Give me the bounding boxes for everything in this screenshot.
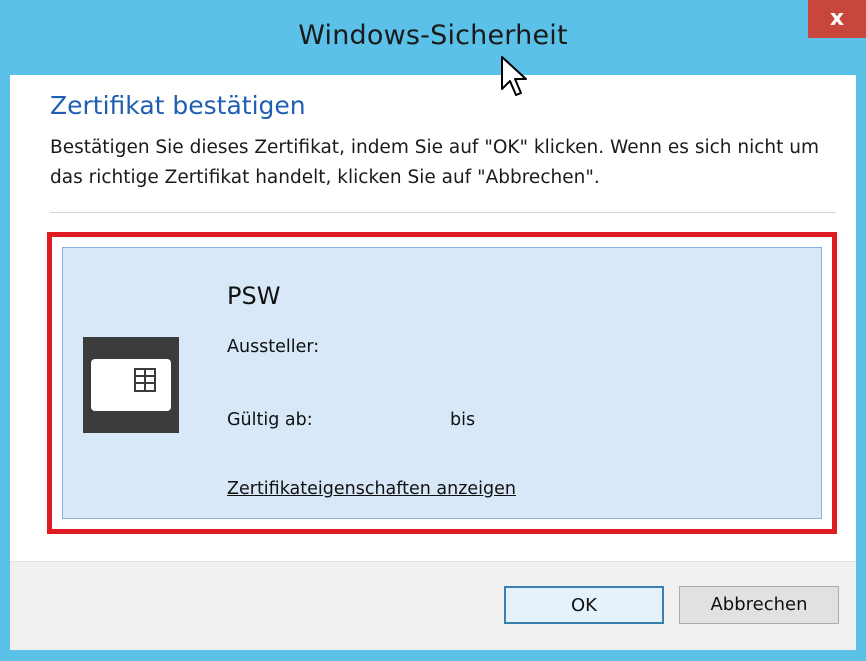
separator [50,212,836,213]
dialog-heading: Zertifikat bestätigen [50,91,306,120]
smartcard-icon [83,337,179,433]
close-button[interactable]: x [808,0,866,38]
dialog-description: Bestätigen Sie dieses Zertifikat, indem … [50,137,820,188]
cancel-button[interactable]: Abbrechen [679,586,839,624]
ok-button[interactable]: OK [504,586,664,624]
valid-from-label: Gültig ab: [227,410,313,430]
mouse-pointer-icon [501,56,527,96]
window-title: Windows-Sicherheit [298,20,568,51]
chip-icon [134,368,156,392]
dialog-footer: OK Abbrechen [10,561,856,650]
dialog-content: Zertifikat bestätigen Bestätigen Sie die… [10,75,856,561]
issuer-label: Aussteller: [227,337,320,357]
certificate-tile[interactable]: PSW Aussteller: Gültig ab: bis Zertifika… [62,247,822,519]
security-dialog-window: Windows-Sicherheit x Zertifikat bestätig… [0,0,866,661]
certificate-properties-link[interactable]: Zertifikateigenschaften anzeigen [227,479,516,499]
title-bar[interactable]: Windows-Sicherheit x [0,0,866,75]
valid-to-label: bis [450,410,476,430]
certificate-highlight-frame: PSW Aussteller: Gültig ab: bis Zertifika… [47,232,837,534]
certificate-name: PSW [227,282,281,310]
card-shape [91,359,171,411]
